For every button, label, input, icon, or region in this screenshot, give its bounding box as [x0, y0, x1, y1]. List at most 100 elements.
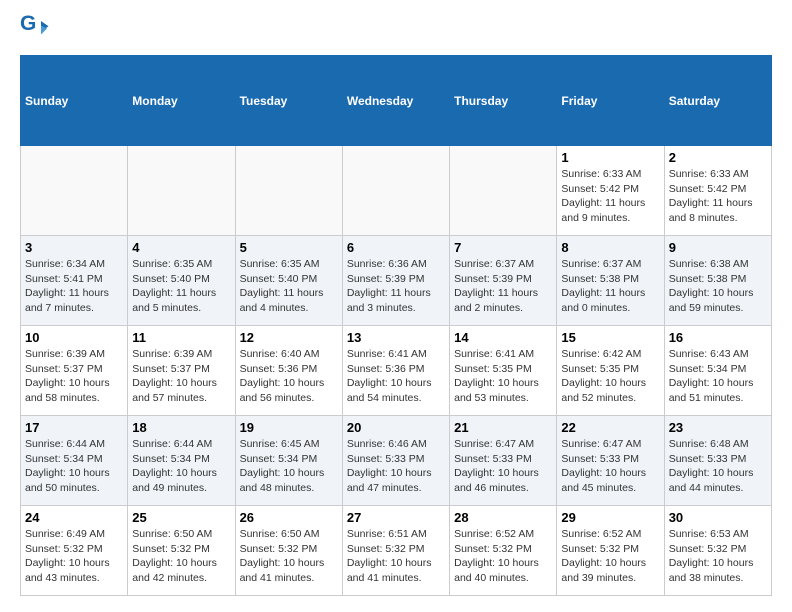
weekday-header-tuesday: Tuesday: [235, 56, 342, 146]
weekday-header-wednesday: Wednesday: [342, 56, 449, 146]
day-number: 3: [25, 240, 123, 255]
day-number: 14: [454, 330, 552, 345]
day-info: Sunrise: 6:49 AMSunset: 5:32 PMDaylight:…: [25, 527, 123, 586]
day-info: Sunrise: 6:34 AMSunset: 5:41 PMDaylight:…: [25, 257, 123, 316]
day-number: 8: [561, 240, 659, 255]
day-info: Sunrise: 6:33 AMSunset: 5:42 PMDaylight:…: [561, 167, 659, 226]
day-number: 4: [132, 240, 230, 255]
day-number: 15: [561, 330, 659, 345]
logo: G: [20, 15, 54, 45]
calendar-cell: 5 Sunrise: 6:35 AMSunset: 5:40 PMDaylight…: [235, 236, 342, 326]
calendar-cell: 16 Sunrise: 6:43 AMSunset: 5:34 PMDayligh…: [664, 326, 771, 416]
calendar-cell: 11 Sunrise: 6:39 AMSunset: 5:37 PMDayligh…: [128, 326, 235, 416]
week-row-2: 3 Sunrise: 6:34 AMSunset: 5:41 PMDaylight…: [21, 236, 772, 326]
day-number: 25: [132, 510, 230, 525]
calendar-cell: [450, 146, 557, 236]
day-info: Sunrise: 6:47 AMSunset: 5:33 PMDaylight:…: [561, 437, 659, 496]
day-info: Sunrise: 6:38 AMSunset: 5:38 PMDaylight:…: [669, 257, 767, 316]
calendar-cell: 12 Sunrise: 6:40 AMSunset: 5:36 PMDayligh…: [235, 326, 342, 416]
day-number: 30: [669, 510, 767, 525]
day-info: Sunrise: 6:39 AMSunset: 5:37 PMDaylight:…: [25, 347, 123, 406]
day-info: Sunrise: 6:37 AMSunset: 5:38 PMDaylight:…: [561, 257, 659, 316]
day-info: Sunrise: 6:39 AMSunset: 5:37 PMDaylight:…: [132, 347, 230, 406]
week-row-1: 1 Sunrise: 6:33 AMSunset: 5:42 PMDaylight…: [21, 146, 772, 236]
day-number: 16: [669, 330, 767, 345]
calendar-cell: [128, 146, 235, 236]
calendar-cell: 1 Sunrise: 6:33 AMSunset: 5:42 PMDaylight…: [557, 146, 664, 236]
calendar-cell: 29 Sunrise: 6:52 AMSunset: 5:32 PMDayligh…: [557, 506, 664, 596]
day-number: 28: [454, 510, 552, 525]
day-number: 17: [25, 420, 123, 435]
calendar-cell: 23 Sunrise: 6:48 AMSunset: 5:33 PMDayligh…: [664, 416, 771, 506]
day-number: 26: [240, 510, 338, 525]
day-info: Sunrise: 6:40 AMSunset: 5:36 PMDaylight:…: [240, 347, 338, 406]
weekday-header-thursday: Thursday: [450, 56, 557, 146]
day-number: 27: [347, 510, 445, 525]
day-info: Sunrise: 6:51 AMSunset: 5:32 PMDaylight:…: [347, 527, 445, 586]
day-info: Sunrise: 6:44 AMSunset: 5:34 PMDaylight:…: [25, 437, 123, 496]
day-number: 22: [561, 420, 659, 435]
day-info: Sunrise: 6:41 AMSunset: 5:35 PMDaylight:…: [454, 347, 552, 406]
day-number: 29: [561, 510, 659, 525]
day-info: Sunrise: 6:52 AMSunset: 5:32 PMDaylight:…: [561, 527, 659, 586]
week-row-5: 24 Sunrise: 6:49 AMSunset: 5:32 PMDayligh…: [21, 506, 772, 596]
day-info: Sunrise: 6:50 AMSunset: 5:32 PMDaylight:…: [240, 527, 338, 586]
calendar-cell: 27 Sunrise: 6:51 AMSunset: 5:32 PMDayligh…: [342, 506, 449, 596]
calendar-cell: [342, 146, 449, 236]
day-info: Sunrise: 6:36 AMSunset: 5:39 PMDaylight:…: [347, 257, 445, 316]
day-number: 6: [347, 240, 445, 255]
day-number: 19: [240, 420, 338, 435]
calendar-cell: 24 Sunrise: 6:49 AMSunset: 5:32 PMDayligh…: [21, 506, 128, 596]
calendar-cell: 21 Sunrise: 6:47 AMSunset: 5:33 PMDayligh…: [450, 416, 557, 506]
day-number: 5: [240, 240, 338, 255]
day-info: Sunrise: 6:41 AMSunset: 5:36 PMDaylight:…: [347, 347, 445, 406]
day-info: Sunrise: 6:35 AMSunset: 5:40 PMDaylight:…: [132, 257, 230, 316]
calendar-cell: [235, 146, 342, 236]
day-info: Sunrise: 6:35 AMSunset: 5:40 PMDaylight:…: [240, 257, 338, 316]
day-info: Sunrise: 6:53 AMSunset: 5:32 PMDaylight:…: [669, 527, 767, 586]
calendar-cell: [21, 146, 128, 236]
calendar-cell: 15Sunrise: 6:42 AMSunset: 5:35 PMDayligh…: [557, 326, 664, 416]
day-info: Sunrise: 6:50 AMSunset: 5:32 PMDaylight:…: [132, 527, 230, 586]
day-info: Sunrise: 6:43 AMSunset: 5:34 PMDaylight:…: [669, 347, 767, 406]
day-info: Sunrise: 6:37 AMSunset: 5:39 PMDaylight:…: [454, 257, 552, 316]
calendar-cell: 9 Sunrise: 6:38 AMSunset: 5:38 PMDaylight…: [664, 236, 771, 326]
weekday-header-saturday: Saturday: [664, 56, 771, 146]
calendar-cell: 2 Sunrise: 6:33 AMSunset: 5:42 PMDaylight…: [664, 146, 771, 236]
calendar-cell: 8 Sunrise: 6:37 AMSunset: 5:38 PMDaylight…: [557, 236, 664, 326]
day-number: 9: [669, 240, 767, 255]
day-info: Sunrise: 6:52 AMSunset: 5:32 PMDaylight:…: [454, 527, 552, 586]
calendar-table: SundayMondayTuesdayWednesdayThursdayFrid…: [20, 55, 772, 596]
day-number: 11: [132, 330, 230, 345]
day-number: 20: [347, 420, 445, 435]
week-row-3: 10 Sunrise: 6:39 AMSunset: 5:37 PMDayligh…: [21, 326, 772, 416]
weekday-header-friday: Friday: [557, 56, 664, 146]
day-info: Sunrise: 6:47 AMSunset: 5:33 PMDaylight:…: [454, 437, 552, 496]
calendar-cell: 30 Sunrise: 6:53 AMSunset: 5:32 PMDayligh…: [664, 506, 771, 596]
week-row-4: 17 Sunrise: 6:44 AMSunset: 5:34 PMDayligh…: [21, 416, 772, 506]
day-number: 1: [561, 150, 659, 165]
logo-icon: G: [20, 15, 50, 45]
svg-text:G: G: [20, 15, 36, 35]
day-number: 24: [25, 510, 123, 525]
day-info: Sunrise: 6:33 AMSunset: 5:42 PMDaylight:…: [669, 167, 767, 226]
day-number: 2: [669, 150, 767, 165]
day-number: 13: [347, 330, 445, 345]
header-row: SundayMondayTuesdayWednesdayThursdayFrid…: [21, 56, 772, 146]
header: G: [20, 15, 772, 45]
calendar-cell: 7Sunrise: 6:37 AMSunset: 5:39 PMDaylight…: [450, 236, 557, 326]
day-number: 21: [454, 420, 552, 435]
day-number: 10: [25, 330, 123, 345]
calendar-cell: 4 Sunrise: 6:35 AMSunset: 5:40 PMDaylight…: [128, 236, 235, 326]
day-number: 12: [240, 330, 338, 345]
calendar-cell: 28 Sunrise: 6:52 AMSunset: 5:32 PMDayligh…: [450, 506, 557, 596]
calendar-cell: 25 Sunrise: 6:50 AMSunset: 5:32 PMDayligh…: [128, 506, 235, 596]
day-number: 23: [669, 420, 767, 435]
day-info: Sunrise: 6:46 AMSunset: 5:33 PMDaylight:…: [347, 437, 445, 496]
calendar-cell: 19Sunrise: 6:45 AMSunset: 5:34 PMDayligh…: [235, 416, 342, 506]
calendar-cell: 13 Sunrise: 6:41 AMSunset: 5:36 PMDayligh…: [342, 326, 449, 416]
page: G SundayMondayTuesdayWednesdayThursdayFr…: [0, 0, 792, 611]
day-info: Sunrise: 6:48 AMSunset: 5:33 PMDaylight:…: [669, 437, 767, 496]
day-number: 18: [132, 420, 230, 435]
calendar-cell: 26 Sunrise: 6:50 AMSunset: 5:32 PMDayligh…: [235, 506, 342, 596]
